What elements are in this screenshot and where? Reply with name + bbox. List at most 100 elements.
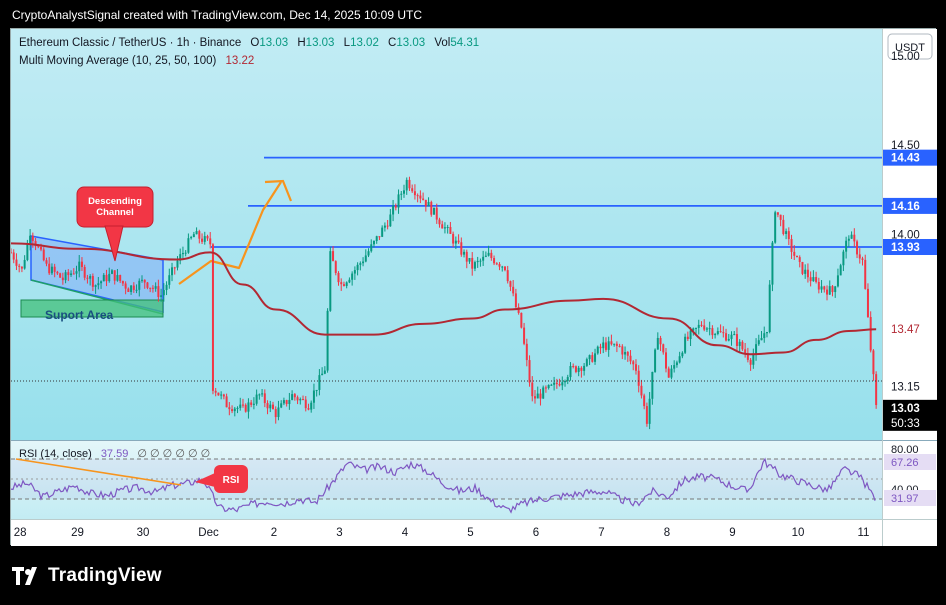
candle-body [454, 240, 457, 244]
candle-body [356, 264, 359, 271]
candle-body [255, 394, 258, 404]
candle-body [293, 394, 296, 398]
candle-body [337, 272, 340, 283]
candle-body [498, 264, 501, 267]
candle-body [304, 399, 307, 409]
candle-body [187, 238, 190, 253]
candle-body [531, 382, 534, 397]
candle-body [190, 237, 193, 239]
current-price-text: 13.03 [891, 403, 920, 415]
candle-body [282, 400, 285, 404]
candle-body [765, 331, 768, 334]
candle-body [408, 179, 411, 189]
candle-body [149, 287, 152, 289]
candle-body [173, 267, 176, 269]
candle-body [124, 283, 127, 289]
candle-body [130, 285, 133, 293]
candle-body [160, 295, 163, 297]
candle-body [607, 341, 610, 350]
candle-body [184, 252, 187, 254]
candle-body [632, 361, 635, 365]
candle-body [509, 281, 512, 287]
candle-body [542, 387, 545, 399]
candle-body [435, 207, 438, 220]
candle-body [716, 331, 719, 334]
candle-body [97, 283, 100, 286]
ma-badge-text: 13.47 [891, 324, 920, 336]
level-badge-text: 13.93 [891, 242, 920, 254]
candle-body [484, 255, 487, 257]
candle-body [708, 328, 711, 330]
candle-body [64, 272, 67, 281]
candle-body [850, 234, 853, 239]
candle-body [463, 251, 466, 255]
candle-body [351, 273, 354, 280]
candle-body [817, 281, 820, 290]
candle-body [438, 219, 441, 225]
candle-body [629, 355, 632, 362]
candle-body [534, 396, 536, 399]
candle-body [110, 270, 113, 274]
candle-body [247, 402, 250, 412]
candle-body [48, 263, 51, 274]
candle-body [132, 285, 135, 290]
candle-body [820, 286, 823, 290]
candle-body [315, 389, 318, 391]
candle-body [566, 377, 569, 381]
level-badge-text: 14.43 [891, 153, 920, 165]
candle-body [651, 371, 654, 399]
candle-body [768, 284, 771, 332]
candle-body [705, 328, 708, 330]
candle-body [61, 277, 64, 281]
candle-body [697, 324, 700, 328]
candle-body [23, 259, 26, 269]
candle-body [719, 331, 722, 333]
candle-body [760, 338, 763, 341]
candle-body [228, 407, 231, 410]
candle-body [217, 392, 220, 396]
candle-body [18, 265, 21, 267]
candle-body [299, 399, 302, 401]
candle-body [176, 260, 179, 268]
candle-body [296, 397, 299, 401]
candle-body [280, 403, 283, 408]
chart-frame[interactable]: Suport Area Descending Channel Ethereum C… [10, 28, 937, 546]
candle-body [364, 255, 367, 262]
candle-body [446, 227, 449, 229]
time-tick: 4 [402, 527, 409, 539]
candle-body [591, 355, 594, 362]
candle-body [119, 275, 122, 282]
candle-body [875, 374, 878, 406]
candle-body [574, 366, 577, 372]
candle-body [345, 282, 348, 286]
ma-legend[interactable]: Multi Moving Average (10, 25, 50, 100) 1… [19, 55, 254, 67]
candle-body [815, 277, 818, 282]
tradingview-logo[interactable]: TradingView [12, 565, 162, 587]
candle-body [503, 266, 506, 271]
time-tick: 7 [598, 527, 604, 539]
candle-body [168, 275, 171, 285]
candle-body [198, 231, 201, 239]
candle-body [29, 235, 32, 244]
candle-body [225, 396, 228, 408]
candle-body [181, 252, 184, 255]
candle-body [624, 351, 627, 355]
candle-body [329, 251, 332, 311]
candle-body [695, 327, 698, 329]
candle-body [804, 269, 807, 274]
candle-body [449, 227, 452, 234]
time-tick: 6 [533, 527, 539, 539]
candle-body [558, 384, 561, 386]
candle-body [457, 240, 460, 243]
candle-body [127, 288, 130, 293]
price-chart[interactable]: Suport Area Descending Channel Ethereum C… [11, 29, 937, 546]
time-tick: Dec [198, 527, 219, 539]
candle-body [460, 242, 463, 255]
candle-body [512, 286, 515, 294]
candle-body [634, 364, 637, 371]
rsi-legend[interactable]: RSI (14, close) 37.59 ∅ ∅ ∅ ∅ ∅ ∅ [19, 448, 210, 460]
candle-body [42, 249, 45, 261]
candle-body [138, 280, 141, 290]
price-pane-background [11, 29, 882, 440]
candle-body [776, 212, 779, 215]
